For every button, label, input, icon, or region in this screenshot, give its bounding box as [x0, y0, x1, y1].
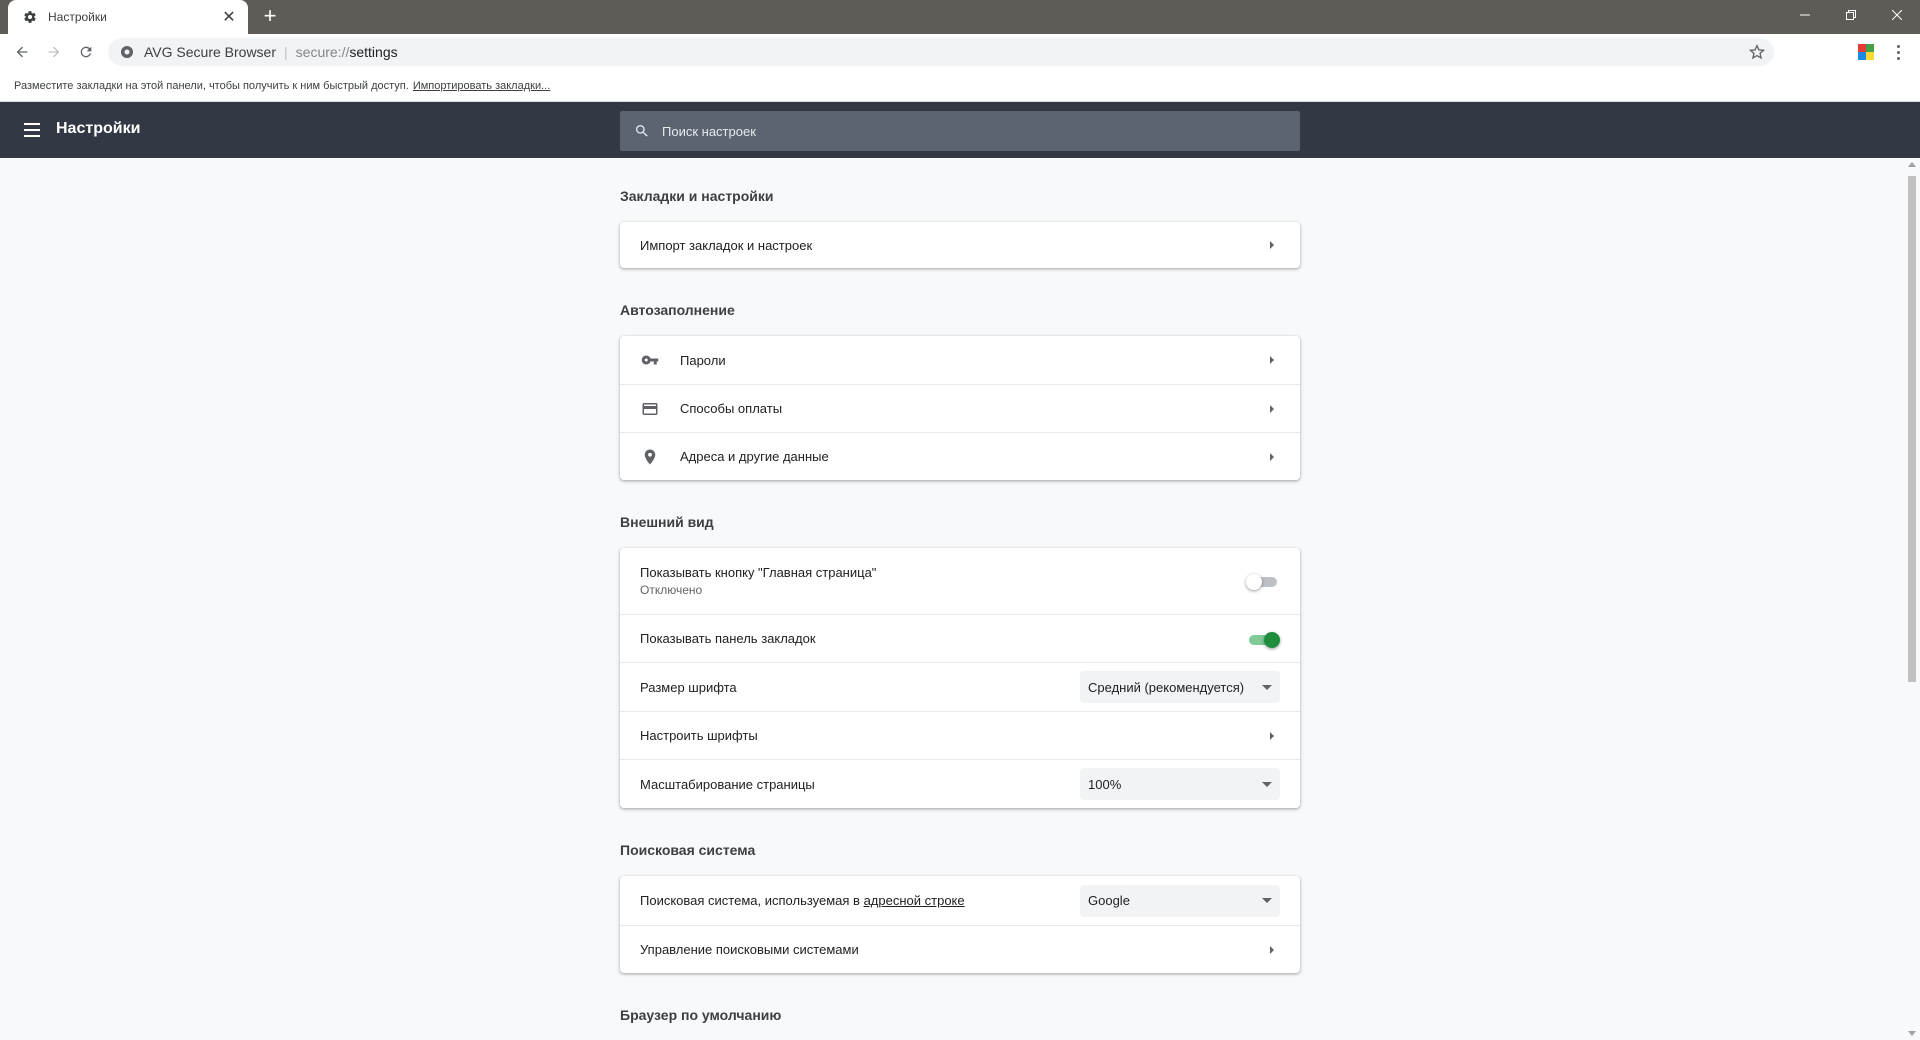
row-bookmarks-bar: Показывать панель закладок [620, 614, 1300, 662]
row-passwords[interactable]: Пароли [620, 336, 1300, 384]
row-label: Пароли [680, 352, 726, 368]
search-input[interactable] [662, 123, 1262, 139]
browser-menu-icon[interactable] [1888, 42, 1908, 62]
home-button-toggle[interactable] [1246, 571, 1280, 591]
key-icon [640, 350, 660, 370]
row-label: Управление поисковыми системами [640, 942, 859, 957]
row-customize-fonts[interactable]: Настроить шрифты [620, 711, 1300, 759]
row-label: Масштабирование страницы [640, 776, 815, 792]
import-bookmarks-link[interactable]: Импортировать закладки... [413, 80, 550, 92]
row-label: Показывать панель закладок [640, 631, 816, 646]
close-window-button[interactable] [1874, 0, 1920, 30]
row-manage-search-engines[interactable]: Управление поисковыми системами [620, 925, 1300, 973]
section-title-search: Поисковая система [620, 842, 756, 858]
reload-button[interactable] [72, 38, 100, 66]
scroll-up-icon[interactable] [1908, 162, 1916, 167]
search-engine-select[interactable]: Google [1080, 884, 1280, 917]
location-pin-icon [640, 447, 660, 467]
row-search-engine: Поисковая система, используемая в адресн… [620, 876, 1300, 925]
secure-site-icon [121, 46, 133, 58]
search-engine-label: Поисковая система, используемая в [640, 893, 864, 908]
tab-title: Настройки [48, 10, 107, 24]
chevron-right-icon [1270, 731, 1274, 740]
gear-icon [22, 9, 38, 25]
section-title-autofill: Автозаполнение [620, 302, 735, 318]
extension-icon[interactable] [1858, 44, 1874, 60]
chevron-right-icon [1270, 452, 1274, 461]
row-label: Показывать кнопку "Главная страница" [640, 565, 877, 580]
bookmark-star-icon[interactable] [1748, 43, 1766, 61]
page-title: Настройки [56, 120, 141, 137]
row-label: Настроить шрифты [640, 728, 758, 743]
caret-down-icon [1262, 898, 1272, 903]
bookmarks-bar-toggle[interactable] [1246, 629, 1280, 649]
minimize-icon [1800, 14, 1810, 16]
scrollbar[interactable] [1904, 158, 1920, 1040]
close-icon [1892, 10, 1902, 20]
row-sublabel: Отключено [640, 583, 703, 597]
hamburger-menu-icon[interactable] [24, 120, 44, 140]
chevron-right-icon [1270, 241, 1274, 249]
tab-close-icon[interactable]: ✕ [220, 8, 238, 26]
url-path: settings [349, 44, 398, 60]
row-label: Импорт закладок и настроек [640, 237, 813, 253]
card-bookmarks: Импорт закладок и настроек [620, 222, 1300, 268]
card-appearance: Показывать кнопку "Главная страница" Отк… [620, 548, 1300, 808]
bookmarks-hint: Разместите закладки на этой панели, чтоб… [14, 79, 409, 92]
browser-toolbar: AVG Secure Browser | secure:// settings [0, 34, 1920, 70]
row-payment-methods[interactable]: Способы оплаты [620, 384, 1300, 432]
row-label: Размер шрифта [640, 679, 737, 695]
select-value: Средний (рекомендуется) [1088, 679, 1245, 695]
select-value: 100% [1088, 776, 1122, 792]
tab-strip: Настройки ✕ + [0, 0, 1920, 34]
search-icon [636, 125, 648, 137]
font-size-select[interactable]: Средний (рекомендуется) [1080, 671, 1280, 703]
new-tab-button[interactable]: + [258, 5, 282, 29]
minimize-button[interactable] [1782, 0, 1828, 30]
caret-down-icon [1262, 684, 1272, 690]
arrow-right-icon [48, 46, 60, 58]
card-autofill: Пароли Способы оплаты Адреса и другие да… [620, 336, 1300, 480]
settings-header: Настройки [0, 102, 1920, 158]
row-addresses[interactable]: Адреса и другие данные [620, 432, 1300, 480]
caret-down-icon [1262, 781, 1272, 787]
bookmarks-bar: Разместите закладки на этой панели, чтоб… [0, 70, 1920, 102]
row-label: Адреса и другие данные [680, 449, 829, 464]
restore-button[interactable] [1828, 0, 1874, 30]
restore-icon [1846, 10, 1856, 20]
section-title-bookmarks: Закладки и настройки [620, 188, 774, 204]
search-box[interactable] [620, 111, 1300, 151]
tab-settings[interactable]: Настройки ✕ [8, 0, 248, 34]
chevron-right-icon [1270, 404, 1274, 413]
select-value: Google [1088, 893, 1130, 908]
row-page-zoom: Масштабирование страницы 100% [620, 759, 1300, 808]
url-scheme: secure:// [295, 44, 350, 60]
section-title-default-browser: Браузер по умолчанию [620, 1007, 782, 1023]
scrollbar-thumb[interactable] [1908, 176, 1916, 682]
address-bar[interactable]: AVG Secure Browser | secure:// settings [108, 38, 1774, 66]
row-label: Способы оплаты [680, 401, 783, 416]
row-import-bookmarks[interactable]: Импорт закладок и настроек [620, 222, 1300, 268]
back-button[interactable] [8, 38, 36, 66]
row-home-button: Показывать кнопку "Главная страница" Отк… [620, 548, 1300, 614]
settings-content: Закладки и настройки Импорт закладок и н… [620, 158, 1300, 1027]
scroll-down-icon[interactable] [1908, 1031, 1916, 1036]
page-zoom-select[interactable]: 100% [1080, 768, 1280, 800]
reload-icon [80, 46, 92, 58]
forward-button[interactable] [40, 38, 68, 66]
credit-card-icon [640, 399, 660, 419]
chevron-right-icon [1270, 356, 1274, 364]
row-label: Поисковая система, используемая в адресн… [640, 893, 1080, 908]
card-search: Поисковая система, используемая в адресн… [620, 876, 1300, 973]
chevron-right-icon [1270, 945, 1274, 954]
row-font-size: Размер шрифта Средний (рекомендуется) [620, 662, 1300, 711]
row-text: Показывать кнопку "Главная страница" Отк… [640, 565, 1246, 597]
separator: | [284, 44, 288, 60]
section-title-appearance: Внешний вид [620, 514, 714, 530]
arrow-left-icon [16, 46, 28, 58]
site-name: AVG Secure Browser [144, 44, 277, 60]
address-bar-link[interactable]: адресной строке [864, 893, 965, 908]
